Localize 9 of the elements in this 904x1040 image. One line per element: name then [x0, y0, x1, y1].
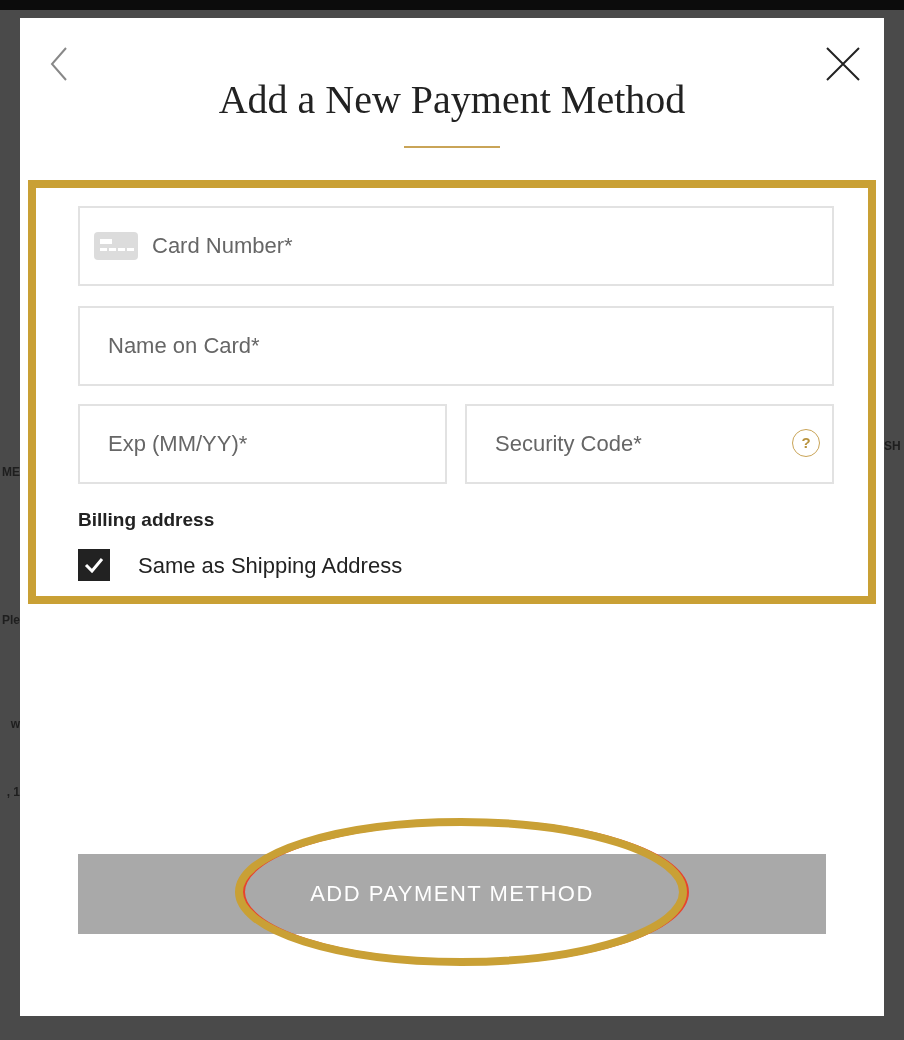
input-field[interactable]: Card Number* — [78, 206, 834, 286]
card-icon — [94, 232, 138, 260]
section-label: Billing address — [78, 508, 216, 532]
checkbox-label: Same as Shipping Address — [138, 551, 403, 580]
input-field[interactable]: Name on Card* — [78, 306, 834, 386]
checkbox[interactable] — [78, 549, 110, 581]
modal-title: Add a New Payment Method — [217, 76, 687, 124]
input-field[interactable]: Exp (MM/YY)* — [78, 404, 447, 484]
check-icon — [84, 557, 104, 573]
